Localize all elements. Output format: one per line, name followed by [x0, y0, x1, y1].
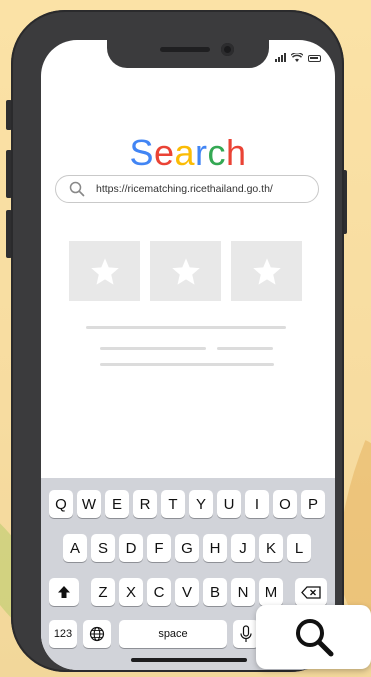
search-logo: Search — [41, 132, 335, 174]
speaker-grille — [160, 47, 210, 52]
placeholder-text-line — [100, 363, 274, 366]
logo-letter: c — [207, 132, 227, 173]
placeholder-text-line — [217, 347, 273, 350]
key-a[interactable]: A — [63, 534, 87, 562]
key-t[interactable]: T — [161, 490, 185, 518]
key-z[interactable]: Z — [91, 578, 115, 606]
backspace-icon — [301, 585, 321, 599]
result-tile[interactable] — [150, 241, 221, 301]
key-v[interactable]: V — [175, 578, 199, 606]
key-i[interactable]: I — [245, 490, 269, 518]
key-g[interactable]: G — [175, 534, 199, 562]
key-b[interactable]: B — [203, 578, 227, 606]
search-button[interactable] — [256, 605, 371, 669]
star-icon — [171, 257, 200, 285]
star-icon — [90, 257, 119, 285]
logo-letter: r — [195, 132, 208, 173]
shift-arrow-icon — [58, 586, 70, 598]
key-n[interactable]: N — [231, 578, 255, 606]
numbers-key[interactable]: 123 — [49, 620, 77, 648]
key-j[interactable]: J — [231, 534, 255, 562]
phone-notch — [107, 40, 269, 68]
key-o[interactable]: O — [273, 490, 297, 518]
key-d[interactable]: D — [119, 534, 143, 562]
search-icon — [295, 619, 333, 657]
url-input[interactable] — [96, 183, 306, 195]
placeholder-text-line — [100, 347, 206, 350]
key-m[interactable]: M — [259, 578, 283, 606]
cellular-signal-icon — [275, 53, 286, 62]
battery-icon — [308, 55, 321, 62]
home-indicator — [131, 658, 247, 662]
shift-key[interactable] — [49, 578, 79, 606]
key-h[interactable]: H — [203, 534, 227, 562]
result-tile[interactable] — [69, 241, 140, 301]
key-s[interactable]: S — [91, 534, 115, 562]
key-f[interactable]: F — [147, 534, 171, 562]
logo-letter: a — [174, 132, 196, 173]
key-e[interactable]: E — [105, 490, 129, 518]
key-l[interactable]: L — [287, 534, 311, 562]
result-tiles — [69, 241, 302, 301]
phone-frame: Search https://ricematching.ricethailand… — [11, 10, 344, 672]
placeholder-text-line — [86, 326, 286, 329]
logo-letter: h — [226, 132, 247, 173]
logo-letter: e — [153, 132, 175, 173]
space-key[interactable]: space — [119, 620, 227, 648]
camera-icon — [221, 43, 234, 56]
globe-key[interactable] — [83, 620, 111, 648]
key-u[interactable]: U — [217, 490, 241, 518]
delete-key[interactable] — [295, 578, 327, 606]
key-r[interactable]: R — [133, 490, 157, 518]
globe-icon — [89, 626, 105, 642]
status-bar — [275, 53, 321, 62]
key-w[interactable]: W — [77, 490, 101, 518]
address-bar[interactable] — [55, 175, 319, 203]
key-p[interactable]: P — [301, 490, 325, 518]
search-icon — [68, 180, 86, 198]
microphone-icon — [240, 625, 252, 642]
key-x[interactable]: X — [119, 578, 143, 606]
key-y[interactable]: Y — [189, 490, 213, 518]
key-q[interactable]: Q — [49, 490, 73, 518]
phone-screen: Search https://ricematching.ricethailand… — [41, 40, 335, 670]
logo-letter: S — [129, 132, 154, 173]
key-k[interactable]: K — [259, 534, 283, 562]
result-tile[interactable] — [231, 241, 302, 301]
wifi-icon — [291, 53, 303, 62]
key-c[interactable]: C — [147, 578, 171, 606]
star-icon — [252, 257, 281, 285]
